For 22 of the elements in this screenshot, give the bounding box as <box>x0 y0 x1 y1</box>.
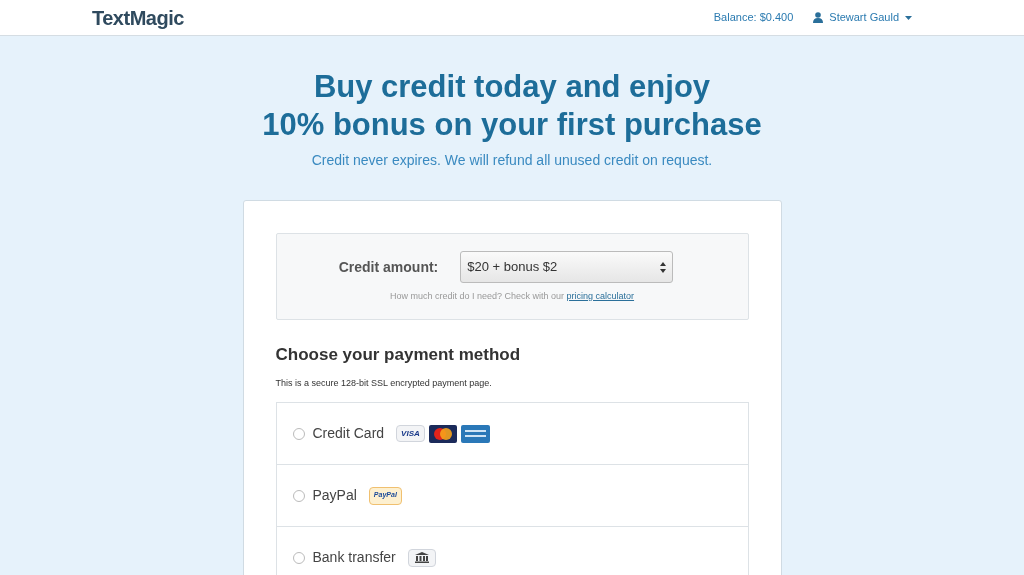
payment-option[interactable]: Credit Card VISA <box>276 403 748 465</box>
bank-icon <box>407 548 436 567</box>
payment-option[interactable]: Bank transfer <box>276 527 748 575</box>
mastercard-icon <box>428 424 457 443</box>
user-menu[interactable]: Stewart Gauld <box>813 9 912 26</box>
credit-amount-label: Credit amount: <box>338 257 439 277</box>
payment-method-label: Bank transfer <box>312 548 396 567</box>
payment-method-label: PayPal <box>312 486 357 505</box>
textmagic-logo[interactable]: TextMagic <box>92 2 184 33</box>
headline: Buy credit today and enjoy 10% bonus on your first purchase <box>262 68 762 144</box>
user-icon <box>813 12 824 23</box>
payment-method-label: Credit Card <box>312 424 385 443</box>
secure-note: This is a secure 128-bit SSL encrypted payment page. <box>275 376 493 390</box>
credit-amount-select[interactable]: $20 + bonus $2 <box>460 251 674 283</box>
visa-logo: VISA <box>396 425 425 442</box>
balance-text: Balance: $0.400 <box>713 10 794 26</box>
stepper-icon <box>660 261 667 273</box>
section-title: Choose your payment method <box>275 344 522 366</box>
pricing-calculator-link[interactable]: pricing calculator <box>566 291 635 301</box>
help-text: How much credit do I need? Check with our pricing calculator <box>389 290 635 303</box>
caret-icon <box>905 15 912 20</box>
subtitle: Credit never expires. We will refund all unused credit on request. <box>311 151 713 170</box>
